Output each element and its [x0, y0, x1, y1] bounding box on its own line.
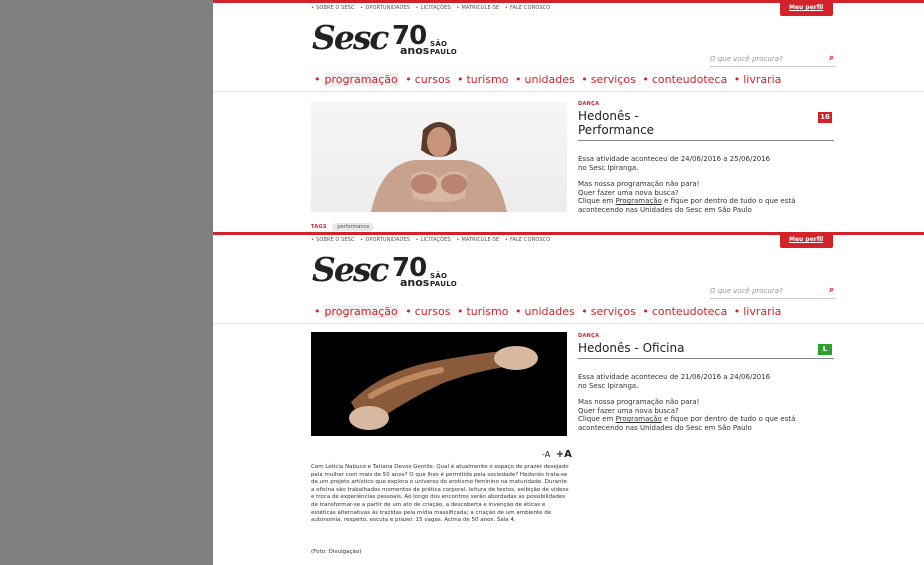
- nav-servicos[interactable]: serviços: [591, 73, 636, 86]
- event-photo-performance: [311, 102, 567, 212]
- top-links-bar: • SOBRE O SESC • OPORTUNIDADES • LICITAÇÕES…: [311, 5, 551, 11]
- link-oportunidades[interactable]: OPORTUNIDADES: [365, 5, 410, 11]
- font-decrease-button[interactable]: -A: [542, 450, 550, 459]
- profile-button[interactable]: Meu perfil^: [780, 0, 833, 26]
- nav-programacao[interactable]: programação: [323, 73, 399, 86]
- chevron-up-icon: ^: [794, 250, 800, 258]
- top-links-bar: • SOBRE O SESC • OPORTUNIDADES • LICITAÇÕES…: [311, 237, 551, 243]
- event-title: Hedonês - Performance: [578, 109, 655, 137]
- age-rating-badge: L: [818, 344, 832, 355]
- nav-livraria[interactable]: livraria: [743, 305, 781, 318]
- search-field[interactable]: O que você procura? ⌕: [710, 285, 836, 299]
- main-nav: • programação • cursos • turismo • unidades …: [314, 305, 782, 318]
- link-matricule[interactable]: MATRICULE-SE: [461, 5, 499, 11]
- title-underline: [578, 140, 834, 141]
- nav-cursos[interactable]: cursos: [415, 305, 451, 318]
- photo-credit: (Foto: Divulgação): [311, 549, 362, 555]
- programacao-link[interactable]: Programação: [616, 197, 662, 205]
- search-placeholder: O que você procura?: [710, 287, 783, 295]
- link-licitacoes[interactable]: LICITAÇÕES: [421, 5, 451, 11]
- title-underline: [578, 358, 834, 359]
- sesc-logo[interactable]: Sesc 70 anos SÃO PAULO: [312, 250, 472, 294]
- age-rating-badge: 16: [818, 112, 832, 123]
- link-oportunidades[interactable]: OPORTUNIDADES: [365, 237, 410, 243]
- search-field[interactable]: O que você procura? ⌕: [710, 53, 836, 67]
- nav-turismo[interactable]: turismo: [466, 305, 508, 318]
- event-photo-oficina: [311, 332, 567, 436]
- nav-divider: [213, 91, 924, 92]
- nav-turismo[interactable]: turismo: [466, 73, 508, 86]
- event-category: DANÇA: [578, 101, 600, 107]
- nav-unidades[interactable]: unidades: [525, 305, 575, 318]
- logo-anos: anos: [400, 276, 430, 289]
- logo-city: SÃO PAULO: [430, 40, 458, 56]
- profile-button[interactable]: Meu perfil^: [780, 232, 833, 258]
- link-sobre[interactable]: SOBRE O SESC: [316, 237, 355, 243]
- nav-conteudoteca[interactable]: conteudoteca: [652, 305, 727, 318]
- chevron-up-icon: ^: [794, 18, 800, 26]
- logo-anos: anos: [400, 44, 430, 57]
- tags-row: TAGS performance: [311, 223, 375, 231]
- font-increase-button[interactable]: +A: [556, 449, 572, 460]
- tag-chip[interactable]: performance: [332, 223, 375, 231]
- search-icon[interactable]: ⌕: [829, 285, 834, 295]
- nav-cursos[interactable]: cursos: [415, 73, 451, 86]
- sesc-logo[interactable]: Sesc 70 anos SÃO PAULO: [312, 18, 472, 62]
- nav-programacao[interactable]: programação: [323, 305, 399, 318]
- page-capture-oficina: • SOBRE O SESC • OPORTUNIDADES • LICITAÇÕES…: [213, 232, 924, 565]
- programacao-link[interactable]: Programação: [616, 415, 662, 423]
- event-info: Essa atividade aconteceu de 24/06/2016 a…: [578, 155, 796, 214]
- event-category: DANÇA: [578, 333, 600, 339]
- tags-label: TAGS: [311, 224, 327, 230]
- font-size-controls: -A +A: [542, 449, 572, 460]
- main-nav: • programação • cursos • turismo • unidades …: [314, 73, 782, 86]
- event-info: Essa atividade aconteceu de 21/06/2016 a…: [578, 373, 796, 432]
- gray-margin: [0, 0, 213, 565]
- nav-divider: [213, 323, 924, 324]
- search-placeholder: O que você procura?: [710, 55, 783, 63]
- nav-unidades[interactable]: unidades: [525, 73, 575, 86]
- nav-livraria[interactable]: livraria: [743, 73, 781, 86]
- link-licitacoes[interactable]: LICITAÇÕES: [421, 237, 451, 243]
- link-sobre[interactable]: SOBRE O SESC: [316, 5, 355, 11]
- nav-servicos[interactable]: serviços: [591, 305, 636, 318]
- event-title: Hedonês - Oficina: [578, 341, 685, 355]
- link-fale-conosco[interactable]: FALE CONOSCO: [510, 237, 550, 243]
- link-fale-conosco[interactable]: FALE CONOSCO: [510, 5, 550, 11]
- logo-city: SÃO PAULO: [430, 272, 458, 288]
- event-description: Com Letícia Nabuco e Tatiana Devos Genti…: [311, 464, 569, 524]
- nav-conteudoteca[interactable]: conteudoteca: [652, 73, 727, 86]
- page-capture-performance: • SOBRE O SESC • OPORTUNIDADES • LICITAÇÕES…: [213, 0, 924, 232]
- logo-brand: Sesc: [312, 250, 389, 289]
- logo-brand: Sesc: [312, 18, 389, 57]
- search-icon[interactable]: ⌕: [829, 53, 834, 63]
- link-matricule[interactable]: MATRICULE-SE: [461, 237, 499, 243]
